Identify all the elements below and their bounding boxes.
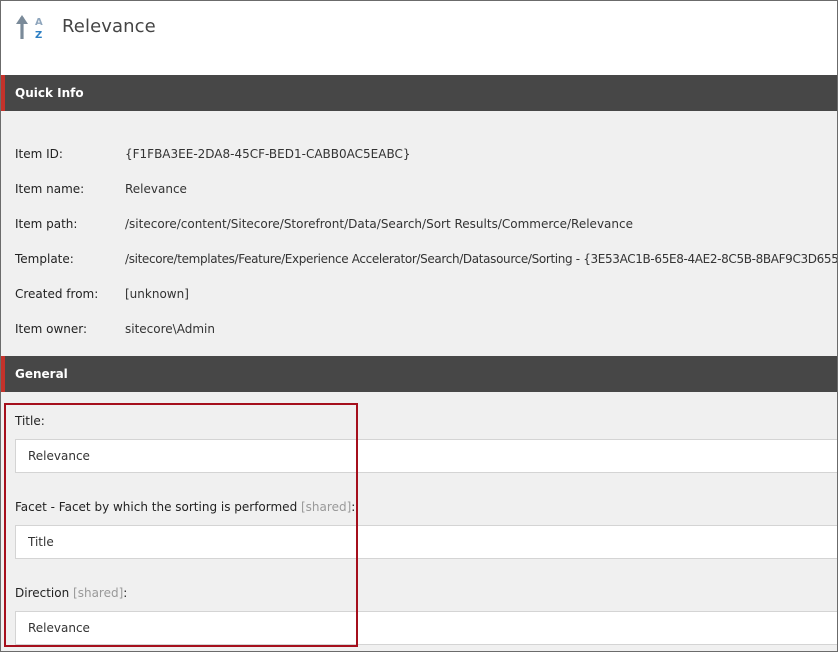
quick-info-label: Template:	[15, 252, 74, 266]
field-label-text: Facet - Facet by which the sorting is pe…	[15, 500, 301, 514]
section-title-quick-info: Quick Info	[15, 86, 84, 100]
quick-info-label: Item path:	[15, 217, 78, 231]
shared-tag: [shared]	[301, 500, 352, 514]
sort-ascending-az-icon: A Z	[16, 15, 43, 41]
field-label-suffix: :	[123, 586, 128, 600]
field-label-title: Title:	[15, 414, 45, 428]
facet-field[interactable]	[15, 525, 837, 559]
field-label-facet: Facet - Facet by which the sorting is pe…	[15, 500, 355, 514]
quick-info-value: /sitecore/content/Sitecore/Storefront/Da…	[125, 217, 633, 231]
field-label-direction: Direction [shared]:	[15, 586, 127, 600]
quick-info-value: [unknown]	[125, 287, 189, 301]
field-label-text: Direction	[15, 586, 74, 600]
icon-letter-z: Z	[35, 30, 42, 41]
section-general[interactable]: General	[1, 356, 837, 392]
content-editor-panel: A Z Relevance Quick Info Item ID: {F1FBA…	[0, 0, 838, 652]
item-header: A Z Relevance	[1, 1, 837, 75]
quick-info-label: Created from:	[15, 287, 99, 301]
section-title-general: General	[15, 367, 68, 381]
quick-info-value[interactable]: /sitecore/templates/Feature/Experience A…	[125, 252, 837, 266]
shared-tag: [shared]	[73, 586, 124, 600]
section-quick-info[interactable]: Quick Info	[1, 75, 837, 111]
quick-info-value: Relevance	[125, 182, 187, 196]
quick-info-value: sitecore\Admin	[125, 322, 215, 336]
field-label-text: Title:	[15, 414, 45, 428]
icon-letter-a: A	[35, 17, 43, 28]
field-label-suffix: :	[351, 500, 356, 514]
quick-info-value: {F1FBA3EE-2DA8-45CF-BED1-CABB0AC5EABC}	[125, 147, 411, 161]
quick-info-label: Item ID:	[15, 147, 63, 161]
quick-info-label: Item owner:	[15, 322, 88, 336]
quick-info-label: Item name:	[15, 182, 85, 196]
item-title: Relevance	[62, 16, 156, 37]
direction-field[interactable]	[15, 611, 837, 645]
title-field[interactable]	[15, 439, 837, 473]
